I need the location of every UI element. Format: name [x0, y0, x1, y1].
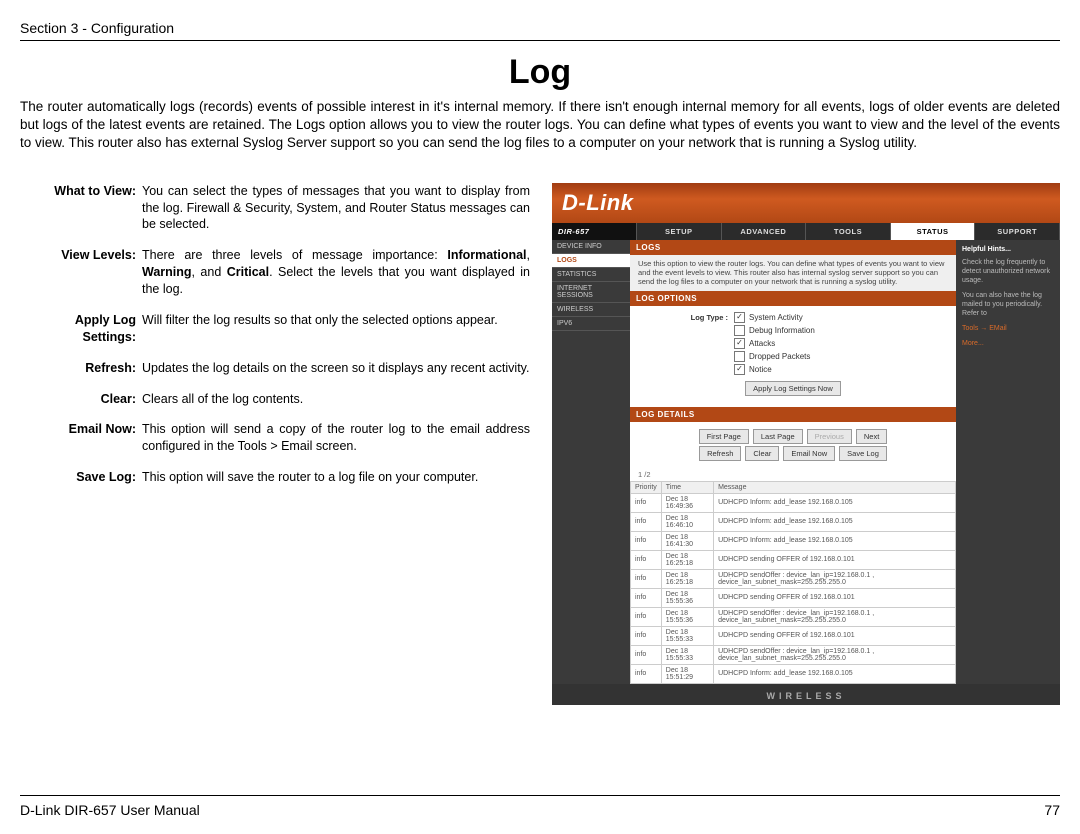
definition-label: Save Log:: [20, 469, 142, 486]
section-header: Section 3 - Configuration: [20, 20, 1060, 41]
page-indicator: 1 /2: [630, 468, 956, 481]
table-row: infoDec 18 15:55:33UDHCPD sending OFFER …: [631, 626, 956, 645]
help-text-2: You can also have the log mailed to you …: [962, 291, 1054, 333]
last-page-button[interactable]: Last Page: [753, 429, 803, 444]
definition-label: What to View:: [20, 183, 142, 234]
checkbox[interactable]: ✓: [734, 338, 745, 349]
definition-row: Email Now:This option will send a copy o…: [20, 421, 530, 455]
col-header: Time: [661, 481, 713, 493]
definition-text: You can select the types of messages tha…: [142, 183, 530, 234]
definition-row: View Levels:There are three levels of me…: [20, 247, 530, 298]
footer-page: 77: [1044, 802, 1060, 818]
checkbox[interactable]: [734, 325, 745, 336]
definition-label: Email Now:: [20, 421, 142, 455]
router-main: LOGS Use this option to view the router …: [630, 240, 956, 684]
definition-text: Clears all of the log contents.: [142, 391, 530, 408]
option-label: Dropped Packets: [749, 352, 810, 361]
checkbox[interactable]: ✓: [734, 312, 745, 323]
table-row: infoDec 18 16:25:18UDHCPD sending OFFER …: [631, 550, 956, 569]
sidebar-item-wireless[interactable]: WIRELESS: [552, 303, 630, 317]
table-row: infoDec 18 15:55:36UDHCPD sendOffer : de…: [631, 607, 956, 626]
definition-text: Updates the log details on the screen so…: [142, 360, 530, 377]
router-sidebar: DEVICE INFOLOGSSTATISTICSINTERNET SESSIO…: [552, 240, 630, 684]
first-page-button[interactable]: First Page: [699, 429, 749, 444]
log-option-row: ✓ Notice: [638, 364, 948, 375]
refresh-button[interactable]: Refresh: [699, 446, 741, 461]
log-type-label: Log Type :: [638, 313, 734, 322]
checkbox[interactable]: [734, 351, 745, 362]
definition-row: Save Log:This option will save the route…: [20, 469, 530, 486]
definition-row: Apply Log Settings:Will filter the log r…: [20, 312, 530, 346]
definition-text: This option will send a copy of the rout…: [142, 421, 530, 455]
section-logs: LOGS: [630, 240, 956, 255]
definition-row: What to View:You can select the types of…: [20, 183, 530, 234]
sidebar-item-ipv6[interactable]: IPV6: [552, 317, 630, 331]
router-screenshot: D-Link DIR-657 SETUPADVANCEDTOOLSSTATUSS…: [552, 183, 1060, 705]
col-header: Priority: [631, 481, 662, 493]
log-option-row: Log Type :✓ System Activity: [638, 312, 948, 323]
sidebar-item-statistics[interactable]: STATISTICS: [552, 268, 630, 282]
help-link-email[interactable]: Tools → EMail: [962, 324, 1054, 333]
table-row: infoDec 18 15:55:33UDHCPD sendOffer : de…: [631, 645, 956, 664]
sidebar-item-logs[interactable]: LOGS: [552, 254, 630, 268]
table-row: infoDec 18 16:41:30UDHCPD Inform: add_le…: [631, 531, 956, 550]
log-option-row: Dropped Packets: [638, 351, 948, 362]
definition-label: Clear:: [20, 391, 142, 408]
checkbox[interactable]: ✓: [734, 364, 745, 375]
help-more-link[interactable]: More...: [962, 339, 1054, 348]
next-button[interactable]: Next: [856, 429, 887, 444]
definition-row: Clear:Clears all of the log contents.: [20, 391, 530, 408]
table-row: infoDec 18 15:55:36UDHCPD sending OFFER …: [631, 588, 956, 607]
router-model: DIR-657: [552, 223, 637, 240]
section-log-options: LOG OPTIONS: [630, 291, 956, 306]
table-row: infoDec 18 15:51:29UDHCPD Inform: add_le…: [631, 664, 956, 683]
sidebar-item-device-info[interactable]: DEVICE INFO: [552, 240, 630, 254]
help-heading: Helpful Hints...: [962, 245, 1054, 254]
logs-description: Use this option to view the router logs.…: [630, 255, 956, 291]
table-row: infoDec 18 16:46:10UDHCPD Inform: add_le…: [631, 512, 956, 531]
table-row: infoDec 18 16:25:18UDHCPD sendOffer : de…: [631, 569, 956, 588]
option-label: Attacks: [749, 339, 775, 348]
save-log-button[interactable]: Save Log: [839, 446, 887, 461]
tab-advanced[interactable]: ADVANCED: [722, 223, 807, 240]
log-table: PriorityTimeMessageinfoDec 18 16:49:36UD…: [630, 481, 956, 684]
router-tabs: DIR-657 SETUPADVANCEDTOOLSSTATUSSUPPORT: [552, 223, 1060, 240]
log-option-row: Debug Information: [638, 325, 948, 336]
section-log-details: LOG DETAILS: [630, 407, 956, 422]
option-label: System Activity: [749, 313, 803, 322]
router-footer: WIRELESS: [552, 684, 1060, 705]
definition-text: There are three levels of message import…: [142, 247, 530, 298]
table-row: infoDec 18 16:49:36UDHCPD Inform: add_le…: [631, 493, 956, 512]
help-text-1: Check the log frequently to detect unaut…: [962, 258, 1054, 285]
option-label: Notice: [749, 365, 772, 374]
definition-label: View Levels:: [20, 247, 142, 298]
clear-button[interactable]: Clear: [745, 446, 779, 461]
definition-text: This option will save the router to a lo…: [142, 469, 530, 486]
definition-text: Will filter the log results so that only…: [142, 312, 530, 346]
email-now-button[interactable]: Email Now: [783, 446, 835, 461]
page-title: Log: [20, 53, 1060, 92]
apply-log-settings-button[interactable]: Apply Log Settings Now: [745, 381, 841, 396]
tab-setup[interactable]: SETUP: [637, 223, 722, 240]
definition-label: Apply Log Settings:: [20, 312, 142, 346]
tab-support[interactable]: SUPPORT: [975, 223, 1060, 240]
intro-paragraph: The router automatically logs (records) …: [20, 98, 1060, 153]
definition-label: Refresh:: [20, 360, 142, 377]
definitions-list: What to View:You can select the types of…: [20, 183, 530, 705]
tab-status[interactable]: STATUS: [891, 223, 976, 240]
help-panel: Helpful Hints... Check the log frequentl…: [956, 240, 1060, 684]
col-header: Message: [714, 481, 956, 493]
log-option-row: ✓ Attacks: [638, 338, 948, 349]
router-brand: D-Link: [552, 183, 1060, 223]
footer-manual: D-Link DIR-657 User Manual: [20, 802, 200, 818]
definition-row: Refresh:Updates the log details on the s…: [20, 360, 530, 377]
previous-button[interactable]: Previous: [807, 429, 852, 444]
tab-tools[interactable]: TOOLS: [806, 223, 891, 240]
option-label: Debug Information: [749, 326, 815, 335]
sidebar-item-internet-sessions[interactable]: INTERNET SESSIONS: [552, 282, 630, 303]
